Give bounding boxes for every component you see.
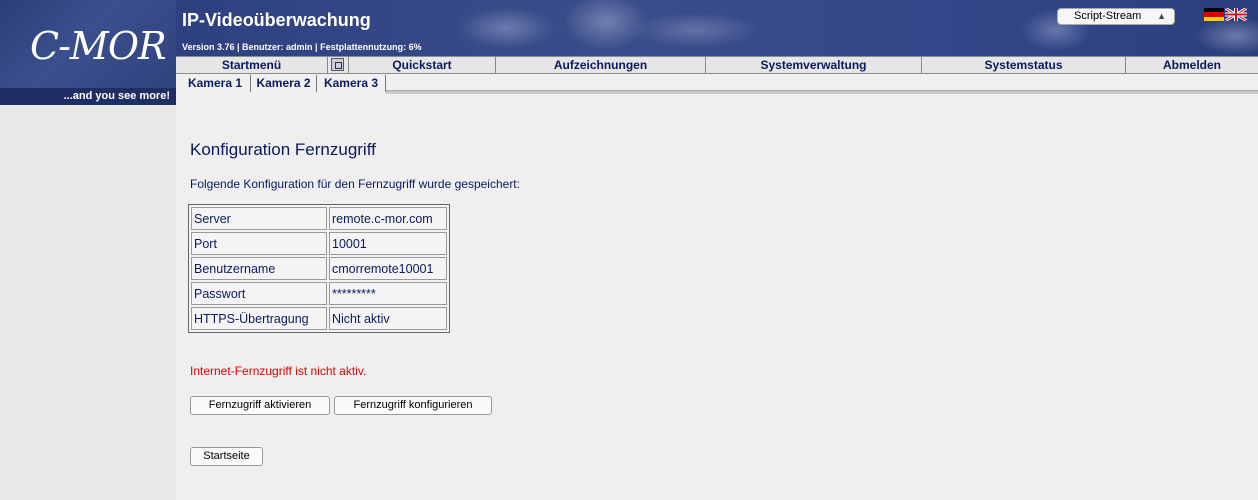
header-banner: IP-Videoüberwachung Version 3.76 | Benut…: [176, 0, 1258, 56]
intro-text: Folgende Konfiguration für den Fernzugri…: [190, 177, 520, 191]
config-value: Nicht aktiv: [329, 307, 447, 330]
nav-logout[interactable]: Abmelden: [1126, 57, 1258, 73]
home-button[interactable]: Startseite: [190, 447, 263, 466]
app-title: IP-Videoüberwachung: [182, 10, 371, 30]
nav-recordings[interactable]: Aufzeichnungen: [496, 57, 706, 73]
fullscreen-icon[interactable]: [331, 58, 344, 71]
config-key: Server: [191, 207, 327, 230]
stream-mode-select[interactable]: Script-Stream ▲: [1057, 8, 1175, 25]
table-row: Server remote.c-mor.com: [191, 207, 447, 230]
nav-system-admin[interactable]: Systemverwaltung: [706, 57, 922, 73]
main-content: Konfiguration Fernzugriff Folgende Konfi…: [176, 94, 1258, 500]
nav-start-menu[interactable]: Startmenü: [176, 57, 328, 73]
remote-access-warning: Internet-Fernzugriff ist nicht aktiv.: [190, 364, 367, 378]
table-row: Port 10001: [191, 232, 447, 255]
nav-system-status[interactable]: Systemstatus: [922, 57, 1126, 73]
config-value: cmorremote10001: [329, 257, 447, 280]
select-arrows-icon: ▲: [1157, 11, 1166, 21]
logo[interactable]: C-MOR: [0, 0, 176, 88]
tab-camera-3[interactable]: Kamera 3: [317, 75, 386, 92]
german-flag-icon[interactable]: [1204, 8, 1224, 21]
config-value: remote.c-mor.com: [329, 207, 447, 230]
activate-remote-access-button[interactable]: Fernzugriff aktivieren: [190, 396, 330, 415]
version-info: Version 3.76 | Benutzer: admin | Festpla…: [182, 42, 422, 52]
logo-text: C-MOR: [30, 24, 167, 68]
config-key: Passwort: [191, 282, 327, 305]
tab-camera-1[interactable]: Kamera 1: [180, 75, 251, 92]
config-key: HTTPS-Übertragung: [191, 307, 327, 330]
camera-tabs: Kamera 1 Kamera 2 Kamera 3: [176, 74, 1258, 94]
table-row: Passwort *********: [191, 282, 447, 305]
config-value: *********: [329, 282, 447, 305]
table-row: Benutzername cmorremote10001: [191, 257, 447, 280]
page-title: Konfiguration Fernzugriff: [190, 140, 376, 159]
table-row: HTTPS-Übertragung Nicht aktiv: [191, 307, 447, 330]
uk-flag-icon[interactable]: [1225, 8, 1247, 21]
config-key: Port: [191, 232, 327, 255]
config-value: 10001: [329, 232, 447, 255]
stream-mode-value: Script-Stream: [1074, 10, 1142, 22]
tagline: ...and you see more!: [0, 88, 176, 105]
config-table: Server remote.c-mor.com Port 10001 Benut…: [188, 204, 450, 333]
tab-camera-2[interactable]: Kamera 2: [251, 75, 317, 92]
config-key: Benutzername: [191, 257, 327, 280]
sidebar: C-MOR ...and you see more!: [0, 0, 176, 500]
main-nav: Startmenü Quickstart Aufzeichnungen Syst…: [176, 56, 1258, 74]
configure-remote-access-button[interactable]: Fernzugriff konfigurieren: [334, 396, 492, 415]
nav-quickstart[interactable]: Quickstart: [348, 57, 496, 73]
